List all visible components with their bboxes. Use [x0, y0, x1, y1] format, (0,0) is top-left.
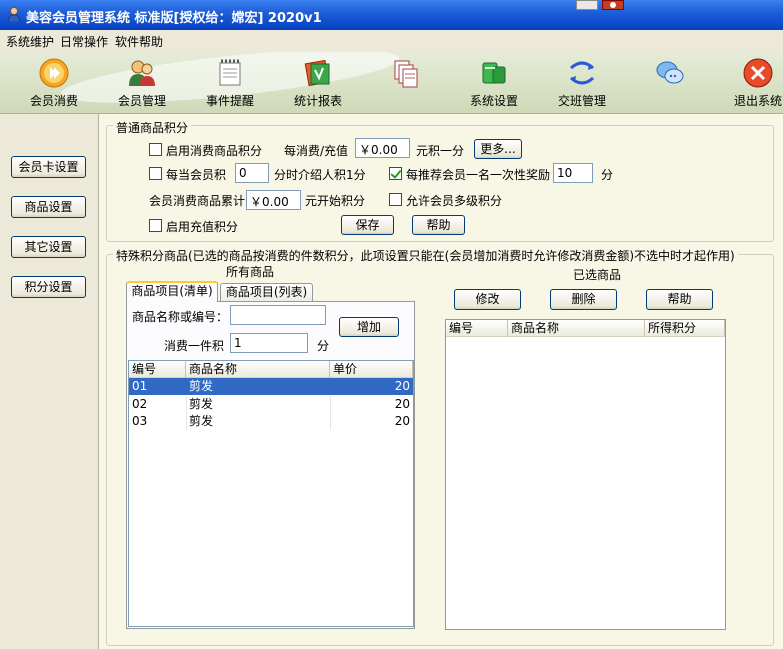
row-code: 01 [132, 379, 148, 393]
row-code: 02 [132, 397, 148, 411]
play-circle-icon [39, 58, 69, 88]
selected-list-header: 编号 商品名称 所得积分 [446, 320, 725, 337]
row-code: 03 [132, 414, 148, 428]
col-code[interactable]: 编号 [446, 320, 508, 337]
recommend-reward-label: 每推荐会员一名一次性奖励 [406, 168, 551, 182]
toolbar-chat-button[interactable] [638, 52, 702, 113]
tab-goods-checklist[interactable]: 商品项目(清单) [126, 281, 218, 302]
toolbar-exit-button[interactable]: 退出系统 [726, 52, 783, 113]
multi-level-points-checkbox[interactable] [389, 193, 402, 206]
members-icon [129, 60, 155, 86]
recommend-reward-input[interactable]: 10 [553, 163, 593, 183]
window-title: 美容会员管理系统 标准版[授权给：嫦宏] 2020v1 [26, 11, 322, 26]
per-item-label: 消费一件积 [164, 339, 225, 353]
cumulative-label: 会员消费商品累计 [149, 194, 246, 208]
table-row[interactable]: 01 剪发 20 [129, 378, 413, 395]
exit-icon [743, 58, 773, 88]
toolbar-documents-button[interactable] [374, 52, 438, 113]
menu-daily-operations[interactable]: 日常操作 [60, 33, 108, 50]
points-settings-panel: 普通商品积分 启用消费商品积分 每消费/充值 ￥0.00 元积一分 更多... … [98, 114, 783, 649]
special-points-title: 特殊积分商品(已选的商品按消费的件数积分，此项设置只能在(会员增加消费时允许修改… [113, 247, 738, 264]
per-member-points-checkbox[interactable] [149, 167, 162, 180]
name-or-code-label: 商品名称或编号： [132, 310, 229, 324]
per-item-unit: 分 [317, 339, 330, 353]
selected-goods-listview[interactable]: 编号 商品名称 所得积分 [445, 319, 726, 630]
menu-system-maintenance[interactable]: 系统维护 [6, 33, 54, 50]
handover-icon [569, 61, 595, 85]
all-goods-heading: 所有商品 [226, 265, 275, 279]
minimize-button[interactable] [576, 0, 598, 10]
row-name: 剪发 [189, 379, 214, 393]
toolbar-member-management-button[interactable]: 会员管理 [110, 52, 174, 113]
title-bar: 美容会员管理系统 标准版[授权给：嫦宏] 2020v1 [0, 0, 783, 30]
documents-icon [394, 60, 418, 88]
settings-icon [482, 62, 506, 84]
recommend-reward-checkbox[interactable] [389, 167, 402, 180]
col-code[interactable]: 编号 [129, 361, 186, 378]
nav-member-card-settings[interactable]: 会员卡设置 [11, 156, 86, 178]
tab-goods-list[interactable]: 商品项目(列表) [220, 283, 313, 302]
goods-listview[interactable]: 编号 商品名称 单价 01 剪发 20 02 剪发 20 03 剪发 20 [128, 360, 414, 627]
col-earned-points[interactable]: 所得积分 [645, 320, 725, 337]
row-name: 剪发 [189, 397, 214, 411]
table-row[interactable]: 03 剪发 20 [129, 413, 413, 430]
main-toolbar: 会员消费 会员管理 事件提醒 统计报表 系统设置 交班管理 退出系统 [0, 52, 783, 114]
per-member-unit: 分时介绍人积1分 [274, 168, 366, 182]
row-name: 剪发 [189, 414, 214, 428]
close-window-button[interactable] [602, 0, 624, 10]
toolbar-system-settings-button[interactable]: 系统设置 [462, 52, 526, 113]
col-goods-name[interactable]: 商品名称 [508, 320, 645, 337]
row-price: 20 [394, 414, 410, 428]
name-or-code-input[interactable] [230, 305, 326, 325]
per-member-label: 每当会员积 [166, 168, 227, 182]
cumulative-input[interactable]: ￥0.00 [246, 190, 301, 210]
settings-nav: 会员卡设置 商品设置 其它设置 积分设置 [0, 114, 98, 649]
row-price: 20 [394, 397, 410, 411]
toolbar-member-consume-button[interactable]: 会员消费 [22, 52, 86, 113]
enable-consume-points-label: 启用消费商品积分 [166, 144, 263, 158]
per-spend-label: 每消费/充值 [284, 144, 349, 158]
enable-recharge-points-label: 启用充值积分 [166, 220, 239, 234]
nav-goods-settings[interactable]: 商品设置 [11, 196, 86, 218]
report-icon [304, 59, 330, 87]
col-goods-name[interactable]: 商品名称 [186, 361, 330, 378]
user-app-icon [7, 7, 21, 22]
delete-button[interactable]: 删除 [550, 289, 617, 310]
add-button[interactable]: 增加 [339, 317, 399, 337]
col-unit-price[interactable]: 单价 [330, 361, 413, 378]
goods-list-header: 编号 商品名称 单价 [129, 361, 413, 378]
nav-other-settings[interactable]: 其它设置 [11, 236, 86, 258]
enable-consume-points-checkbox[interactable] [149, 143, 162, 156]
special-help-button[interactable]: 帮助 [646, 289, 713, 310]
table-row[interactable]: 02 剪发 20 [129, 396, 413, 413]
per-spend-input[interactable]: ￥0.00 [355, 138, 410, 158]
enable-recharge-points-checkbox[interactable] [149, 219, 162, 232]
row-price: 20 [394, 379, 410, 393]
notepad-icon [219, 59, 241, 86]
menu-software-help[interactable]: 软件帮助 [115, 33, 163, 50]
edit-button[interactable]: 修改 [454, 289, 521, 310]
more-button[interactable]: 更多... [474, 139, 522, 159]
save-button[interactable]: 保存 [341, 215, 394, 235]
selected-goods-heading: 已选商品 [573, 268, 622, 282]
cumulative-unit: 元开始积分 [305, 194, 366, 208]
general-points-title: 普通商品积分 [113, 119, 192, 136]
toolbar-shift-management-button[interactable]: 交班管理 [550, 52, 614, 113]
chat-icon [656, 61, 684, 84]
nav-points-settings[interactable]: 积分设置 [11, 276, 86, 298]
per-member-input[interactable]: 0 [235, 163, 269, 183]
per-spend-unit: 元积一分 [416, 144, 465, 158]
menu-bar: 系统维护 日常操作 软件帮助 [0, 30, 783, 52]
recommend-reward-unit: 分 [601, 168, 614, 182]
multi-level-points-label: 允许会员多级积分 [406, 194, 503, 208]
per-item-input[interactable]: 1 [230, 333, 308, 353]
general-help-button[interactable]: 帮助 [412, 215, 465, 235]
toolbar-statistics-report-button[interactable]: 统计报表 [286, 52, 350, 113]
toolbar-event-reminder-button[interactable]: 事件提醒 [198, 52, 262, 113]
